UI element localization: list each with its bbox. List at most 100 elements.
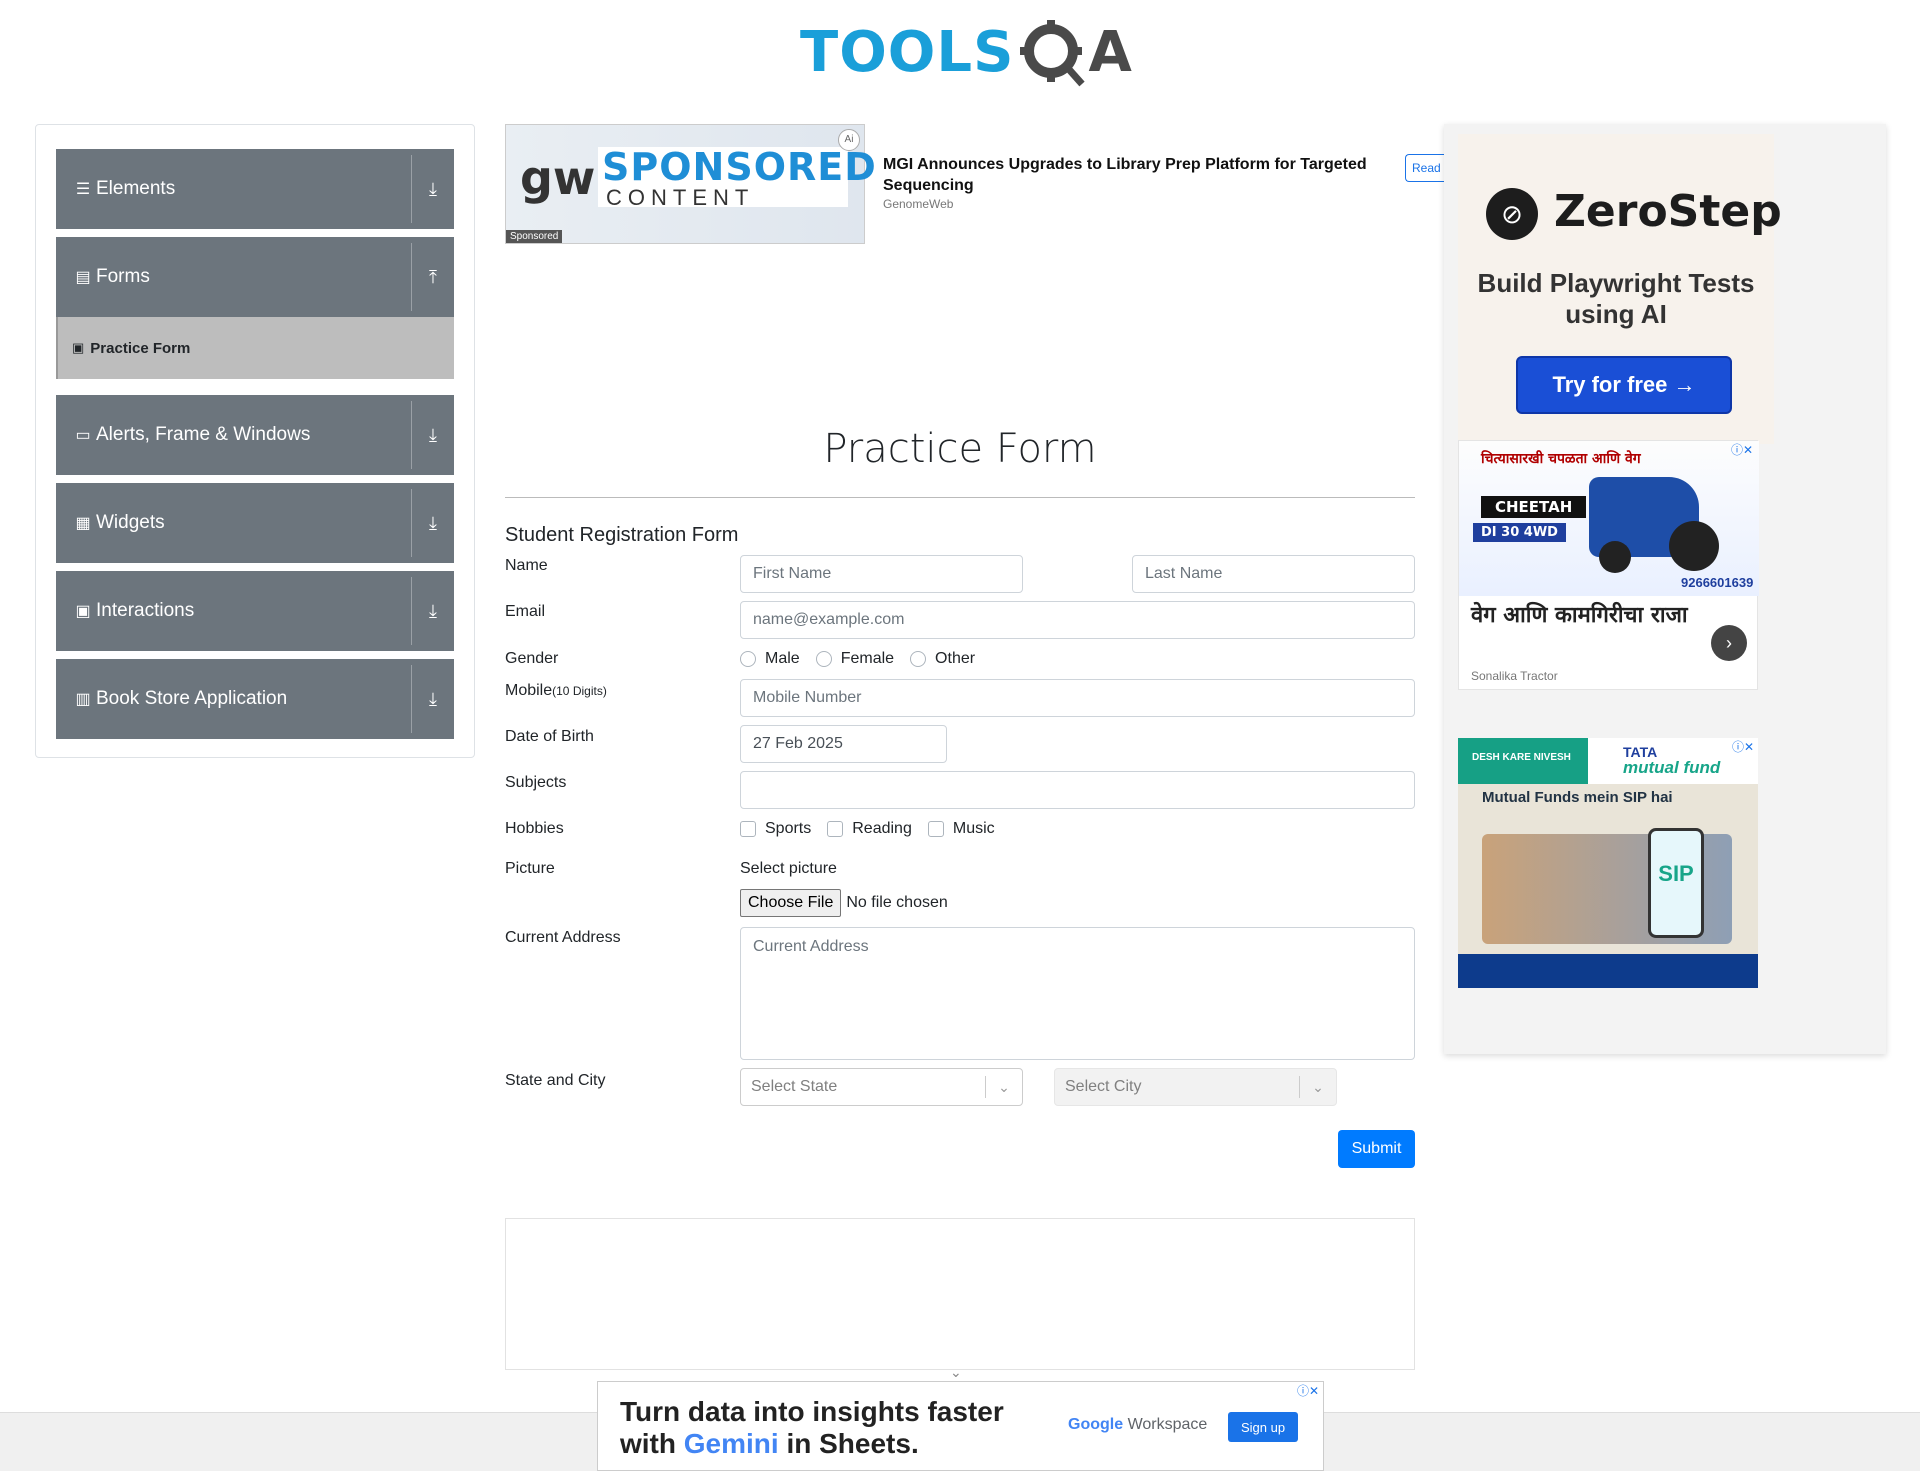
submit-button[interactable]: Submit <box>1338 1130 1415 1168</box>
name-label: Name <box>505 557 548 574</box>
read-more-button[interactable]: Read m <box>1405 154 1445 182</box>
radio-button[interactable] <box>815 651 832 667</box>
chevron-down-icon: ⌄ <box>1312 1078 1324 1095</box>
subjects-input[interactable] <box>740 771 1415 809</box>
sidebar-group-label: Widgets <box>96 512 165 533</box>
gemini-text: Gemini <box>683 1428 779 1459</box>
google-workspace-ad[interactable]: Turn data into insights faster with Gemi… <box>597 1381 1324 1471</box>
sip-phone-graphic: SIP <box>1648 828 1704 938</box>
divider <box>411 243 412 311</box>
tractor-rear-wheel <box>1669 521 1719 571</box>
google-text: Google <box>1068 1416 1124 1433</box>
divider <box>411 155 412 223</box>
city-select-placeholder: Select City <box>1065 1078 1142 1095</box>
checkbox[interactable] <box>827 821 844 837</box>
widgets-icon: ▦ <box>75 515 91 532</box>
sidebar-group-widgets[interactable]: ▦ Widgets ⤓ <box>56 483 454 563</box>
tractor-front-wheel <box>1599 541 1631 573</box>
ad-sponsored-small: CONTENT <box>606 185 755 210</box>
checkbox-label: Music <box>952 820 995 837</box>
sidebar-group-forms[interactable]: ▤ Forms ⤒ <box>56 237 454 317</box>
tata-mutual-fund-ad[interactable]: DESH KARE NIVESH TATA mutual fund Mutual… <box>1458 738 1758 988</box>
collapse-arrow-icon[interactable]: ⤒ <box>420 237 446 317</box>
sidebar-group-label: Alerts, Frame & Windows <box>96 424 311 445</box>
logo-text-tools: TOOLS <box>800 20 1015 85</box>
sidebar: ☰ Elements ⤓ ▤ Forms ⤒ ▣ Practice Form ▭… <box>35 124 475 758</box>
zerostep-ad[interactable]: ⊘ ZeroStep Build Playwright Tests using … <box>1458 134 1782 444</box>
email-input[interactable]: name@example.com <box>740 601 1415 639</box>
hobbies-options: Sports Reading Music <box>740 820 1011 838</box>
mobile-input[interactable]: Mobile Number <box>740 679 1415 717</box>
banner-line-1: Turn data into insights faster <box>620 1396 1004 1427</box>
banner-line-2: with Gemini in Sheets. <box>620 1428 919 1460</box>
tractor-headline: वेग आणि कामगिरीचा राजा <box>1471 603 1688 628</box>
radio-button[interactable] <box>740 651 756 667</box>
sidebar-item-label: Practice Form <box>90 339 191 357</box>
hobby-sports-option[interactable]: Sports <box>740 820 811 838</box>
sidebar-group-alerts[interactable]: ▭ Alerts, Frame & Windows ⤓ <box>56 395 454 475</box>
tractor-model: DI 30 4WD <box>1473 523 1566 542</box>
sidebar-group-label: Book Store Application <box>96 688 288 709</box>
tractor-ad[interactable]: चित्यासारखी चपळता आणि वेग CHEETAH DI 30 … <box>1458 440 1759 690</box>
expand-arrow-icon[interactable]: ⤓ <box>420 149 446 229</box>
tata-ad-footer <box>1458 954 1758 988</box>
ad-close-icon[interactable]: ⓘ✕ <box>1732 738 1754 755</box>
sidebar-group-label: Elements <box>96 178 176 199</box>
try-for-free-button[interactable]: Try for free → <box>1516 356 1732 414</box>
no-file-text: No file chosen <box>846 894 948 911</box>
radio-label: Other <box>935 650 976 667</box>
expand-arrow-icon[interactable]: ⤓ <box>420 395 446 475</box>
sign-up-button[interactable]: Sign up <box>1228 1412 1298 1442</box>
gear-magnifier-icon <box>1020 19 1086 86</box>
expand-arrow-icon[interactable]: ⤓ <box>420 483 446 563</box>
hobby-music-option[interactable]: Music <box>927 820 995 838</box>
chevron-down-icon[interactable]: ⌄ <box>986 1079 1022 1096</box>
sidebar-group-elements[interactable]: ☰ Elements ⤓ <box>56 149 454 229</box>
subjects-label: Subjects <box>505 774 567 791</box>
interactions-icon: ▣ <box>75 603 91 620</box>
zerostep-logo-icon: ⊘ <box>1486 188 1538 240</box>
chevron-right-icon[interactable]: › <box>1711 625 1747 661</box>
email-label: Email <box>505 603 546 620</box>
sidebar-group-book-store[interactable]: ▥ Book Store Application ⤓ <box>56 659 454 739</box>
chevron-down-icon[interactable]: ⌄ <box>950 1364 962 1381</box>
sidebar-item-practice-form[interactable]: ▣ Practice Form <box>56 317 454 379</box>
gender-other-option[interactable]: Other <box>910 650 975 668</box>
radio-button[interactable] <box>910 651 927 667</box>
state-city-label: State and City <box>505 1072 606 1089</box>
hobby-reading-option[interactable]: Reading <box>827 820 912 838</box>
radio-label: Male <box>765 650 800 667</box>
ad-close-icon[interactable]: ⓘ✕ <box>1731 441 1753 458</box>
expand-arrow-icon[interactable]: ⤓ <box>420 571 446 651</box>
gender-male-option[interactable]: Male <box>740 650 800 668</box>
ad-headline[interactable]: MGI Announces Upgrades to Library Prep P… <box>883 154 1403 196</box>
ad-close-icon[interactable]: ⓘ✕ <box>1297 1382 1319 1399</box>
document-icon: ▤ <box>75 269 91 286</box>
ad-thumbnail[interactable]: gw SPONSORED CONTENT Ai Sponsored <box>505 124 876 244</box>
tata-ad-copy: Mutual Funds mein SIP hai <box>1482 789 1673 806</box>
expand-arrow-icon[interactable]: ⤓ <box>420 659 446 739</box>
sidebar-group-interactions[interactable]: ▣ Interactions ⤓ <box>56 571 454 651</box>
ai-badge-icon: Ai <box>838 129 860 151</box>
choose-file-button[interactable]: Choose File <box>740 889 842 917</box>
last-name-input[interactable]: Last Name <box>1132 555 1415 593</box>
toolsqa-logo[interactable]: TOOLS A <box>800 15 1132 90</box>
gender-options: Male Female Other <box>740 650 991 668</box>
window-icon: ▭ <box>75 427 91 444</box>
logo-text-a: A <box>1088 20 1132 85</box>
tractor-model-name: CHEETAH <box>1481 496 1587 518</box>
date-of-birth-input[interactable]: 27 Feb 2025 <box>740 725 947 763</box>
hamburger-icon: ☰ <box>75 181 91 198</box>
checkbox[interactable] <box>740 821 756 837</box>
tractor-ad-top-text: चित्यासारखी चपळता आणि वेग <box>1481 451 1641 467</box>
mobile-label: Mobile(10 Digits) <box>505 682 607 700</box>
sponsored-tag: Sponsored <box>506 230 563 243</box>
state-select[interactable]: Select State ⌄ <box>740 1068 1023 1106</box>
checkbox[interactable] <box>927 821 944 837</box>
zerostep-brand: ZeroStep <box>1554 186 1782 237</box>
sponsored-ad[interactable]: gw SPONSORED CONTENT Ai Sponsored MGI An… <box>505 124 1445 244</box>
current-address-textarea[interactable]: Current Address <box>740 927 1415 1060</box>
gender-female-option[interactable]: Female <box>815 650 894 668</box>
first-name-input[interactable]: First Name <box>740 555 1023 593</box>
ad-brand: gw <box>520 151 596 205</box>
